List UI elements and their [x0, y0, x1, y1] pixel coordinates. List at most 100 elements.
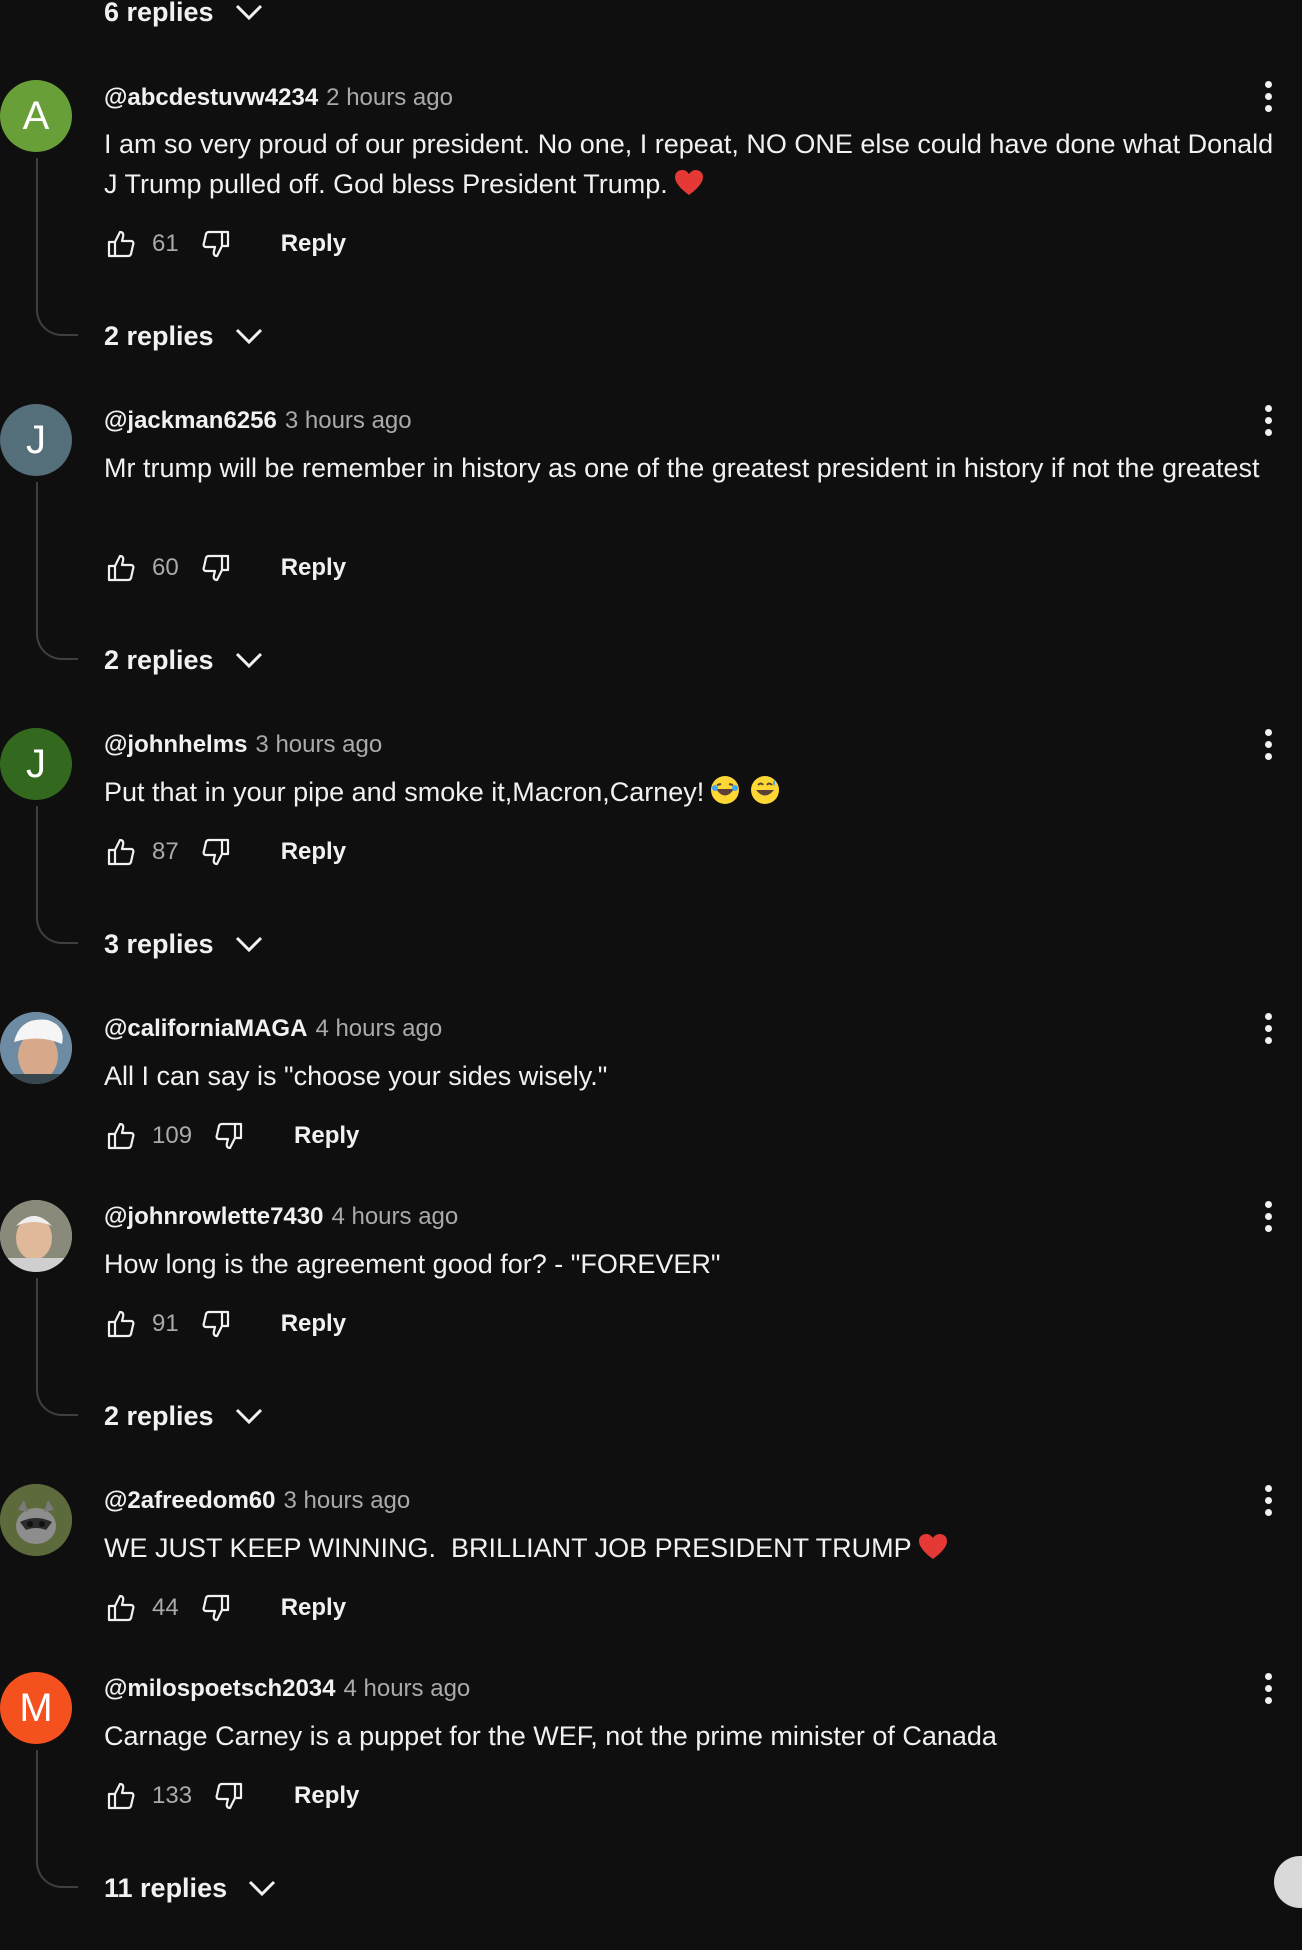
comment-actions: 61 Reply: [104, 224, 346, 264]
comment-header: @californiaMAGA 4 hours ago: [104, 1014, 442, 1044]
timestamp[interactable]: 2 hours ago: [326, 84, 453, 111]
author-name[interactable]: @johnhelms: [104, 731, 247, 758]
avatar[interactable]: M: [0, 1672, 72, 1744]
comment-text: Carnage Carney is a puppet for the WEF, …: [104, 1721, 997, 1751]
dislike-icon[interactable]: [199, 227, 233, 261]
like-count: 91: [152, 1310, 179, 1337]
more-options-icon[interactable]: [1252, 76, 1284, 116]
replies-label: 2 replies: [104, 320, 214, 351]
replies-label: 3 replies: [104, 928, 214, 959]
like-icon[interactable]: [104, 835, 138, 869]
reply-button[interactable]: Reply: [281, 230, 346, 258]
chevron-down-icon: [234, 326, 264, 346]
thread-line: [36, 158, 78, 336]
avatar-letter: A: [22, 93, 50, 138]
replies-toggle[interactable]: 6 replies: [104, 0, 264, 32]
replies-toggle[interactable]: 11 replies: [104, 1868, 277, 1908]
comment-text: All I can say is "choose your sides wise…: [104, 1061, 608, 1091]
comment-header: @johnhelms 3 hours ago: [104, 730, 382, 760]
comment-text: WE JUST KEEP WINNING. BRILLIANT JOB PRES…: [104, 1528, 1294, 1572]
avatar[interactable]: [0, 1200, 72, 1272]
replies-label: 2 replies: [104, 1400, 214, 1431]
like-icon[interactable]: [104, 551, 138, 585]
replies-toggle[interactable]: 2 replies: [104, 316, 264, 356]
thread-line: [36, 806, 78, 944]
replies-label: 11 replies: [104, 1872, 228, 1903]
timestamp[interactable]: 3 hours ago: [283, 1487, 410, 1514]
comment-text: Mr trump will be remember in history as …: [104, 453, 1260, 483]
timestamp[interactable]: 3 hours ago: [285, 407, 412, 434]
more-options-icon[interactable]: [1252, 724, 1284, 764]
more-options-icon[interactable]: [1252, 1008, 1284, 1048]
more-options-icon[interactable]: [1252, 1196, 1284, 1236]
avatar[interactable]: J: [0, 728, 72, 800]
more-options-icon[interactable]: [1252, 400, 1284, 440]
comment-actions: 44 Reply: [104, 1588, 346, 1628]
author-name[interactable]: @johnrowlette7430: [104, 1203, 323, 1230]
like-count: 60: [152, 554, 179, 581]
like-icon[interactable]: [104, 1119, 138, 1153]
thread-line: [36, 482, 78, 660]
comment-header: @milospoetsch2034 4 hours ago: [104, 1674, 470, 1704]
avatar[interactable]: A: [0, 80, 72, 152]
scroll-handle[interactable]: [1274, 1856, 1302, 1908]
comment-header: @abcdestuvw4234 2 hours ago: [104, 83, 453, 113]
comment-header: @2afreedom60 3 hours ago: [104, 1486, 410, 1516]
author-name[interactable]: @californiaMAGA: [104, 1015, 307, 1042]
like-icon[interactable]: [104, 227, 138, 261]
avatar-letter: J: [26, 417, 46, 462]
reply-button[interactable]: Reply: [281, 554, 346, 582]
replies-toggle[interactable]: 3 replies: [104, 924, 264, 964]
chevron-down-icon: [234, 1406, 264, 1426]
avatar[interactable]: [0, 1012, 72, 1084]
reply-button[interactable]: Reply: [294, 1782, 359, 1810]
timestamp[interactable]: 3 hours ago: [255, 731, 382, 758]
author-name[interactable]: @2afreedom60: [104, 1487, 275, 1514]
dislike-icon[interactable]: [212, 1779, 246, 1813]
like-icon[interactable]: [104, 1591, 138, 1625]
comment-actions: 87 Reply: [104, 832, 346, 872]
avatar[interactable]: [0, 1484, 72, 1556]
chevron-down-icon: [247, 1878, 277, 1898]
laughing-faces-emoji: [710, 775, 782, 816]
like-count: 61: [152, 230, 179, 257]
like-icon[interactable]: [104, 1307, 138, 1341]
dislike-icon[interactable]: [199, 1591, 233, 1625]
comment-actions: 133 Reply: [104, 1776, 359, 1816]
reply-button[interactable]: Reply: [281, 838, 346, 866]
reply-button[interactable]: Reply: [294, 1122, 359, 1150]
red-heart-emoji: [918, 1532, 948, 1572]
dislike-icon[interactable]: [212, 1119, 246, 1153]
chevron-down-icon: [234, 934, 264, 954]
reply-button[interactable]: Reply: [281, 1594, 346, 1622]
comment-text: How long is the agreement good for? - "F…: [104, 1249, 721, 1279]
author-name[interactable]: @abcdestuvw4234: [104, 84, 318, 111]
author-name[interactable]: @milospoetsch2034: [104, 1675, 336, 1702]
replies-toggle[interactable]: 2 replies: [104, 1396, 264, 1436]
red-heart-emoji: [674, 168, 704, 208]
timestamp[interactable]: 4 hours ago: [331, 1203, 458, 1230]
replies-toggle[interactable]: 2 replies: [104, 640, 264, 680]
comment-actions: 109 Reply: [104, 1116, 359, 1156]
replies-label: 2 replies: [104, 644, 214, 675]
more-options-icon[interactable]: [1252, 1668, 1284, 1708]
comment-text: Put that in your pipe and smoke it,Macro…: [104, 772, 1294, 816]
author-name[interactable]: @jackman6256: [104, 407, 277, 434]
avatar-letter: J: [26, 741, 46, 786]
avatar[interactable]: J: [0, 404, 72, 476]
dislike-icon[interactable]: [199, 551, 233, 585]
timestamp[interactable]: 4 hours ago: [344, 1675, 471, 1702]
timestamp[interactable]: 4 hours ago: [315, 1015, 442, 1042]
avatar-letter: M: [19, 1685, 53, 1730]
like-icon[interactable]: [104, 1779, 138, 1813]
comment-actions: 91 Reply: [104, 1304, 346, 1344]
more-options-icon[interactable]: [1252, 1480, 1284, 1520]
reply-button[interactable]: Reply: [281, 1310, 346, 1338]
dislike-icon[interactable]: [199, 835, 233, 869]
comment-text: I am so very proud of our president. No …: [104, 124, 1294, 208]
comment-actions: 60 Reply: [104, 548, 346, 588]
comment-header: @johnrowlette7430 4 hours ago: [104, 1202, 458, 1232]
profile-photo-icon: [0, 1484, 72, 1556]
thread-line: [36, 1750, 78, 1888]
dislike-icon[interactable]: [199, 1307, 233, 1341]
